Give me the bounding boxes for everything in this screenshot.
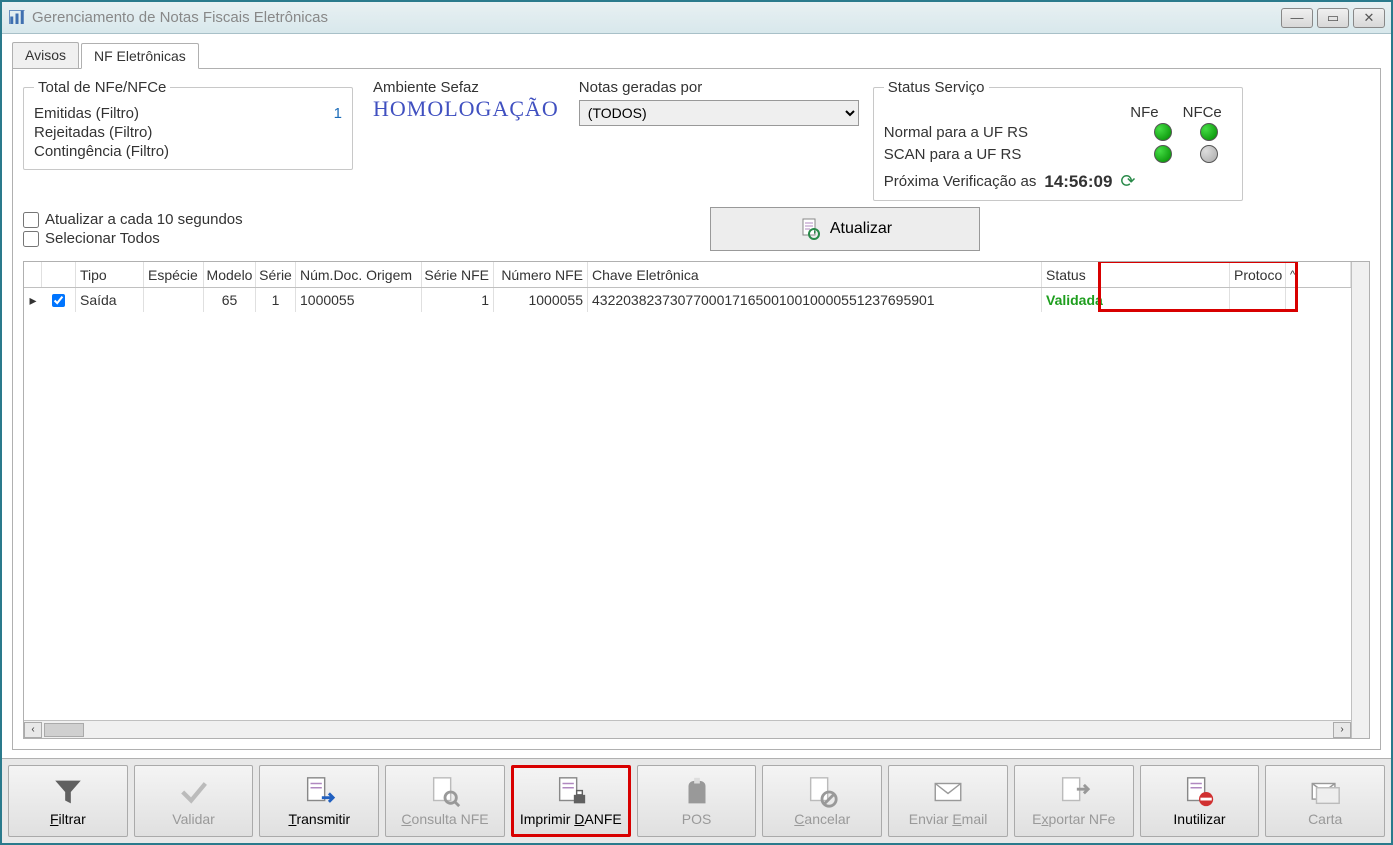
proxima-time: 14:56:09 (1044, 172, 1112, 192)
scroll-right-button[interactable]: › (1333, 722, 1351, 738)
check-auto-refresh[interactable]: Atualizar a cada 10 segundos (23, 211, 243, 228)
led-scan-nfce (1200, 145, 1218, 163)
tab-bar: Avisos NF Eletrônicas (12, 42, 1381, 69)
col-header-numdoc[interactable]: Núm.Doc. Origem (296, 262, 422, 287)
document-export-icon (1057, 775, 1091, 809)
main-panel: Total de NFe/NFCe Emitidas (Filtro) 1 Re… (12, 69, 1381, 750)
pos-printer-icon (680, 775, 714, 809)
window-title: Gerenciamento de Notas Fiscais Eletrônic… (32, 9, 1281, 26)
status-servico-fieldset: Status Serviço NFe NFCe Normal para a UF… (873, 79, 1243, 201)
tab-nf-eletronicas[interactable]: NF Eletrônicas (81, 43, 199, 69)
check-select-all-input[interactable] (23, 231, 39, 247)
status-highlight (1098, 261, 1298, 312)
document-print-icon (554, 775, 588, 809)
proxima-label: Próxima Verificação as (884, 173, 1037, 190)
cell-especie (144, 288, 204, 312)
status-col-nfce: NFCe (1183, 104, 1222, 121)
col-header-serienfe[interactable]: Série NFE (422, 262, 494, 287)
notas-select[interactable]: (TODOS) (579, 100, 859, 126)
document-send-icon (302, 775, 336, 809)
imprimir-danfe-button[interactable]: Imprimir DANFE (511, 765, 631, 837)
titlebar: Gerenciamento de Notas Fiscais Eletrônic… (2, 2, 1391, 34)
totals-legend: Total de NFe/NFCe (34, 79, 170, 96)
totals-fieldset: Total de NFe/NFCe Emitidas (Filtro) 1 Re… (23, 79, 353, 170)
document-refresh-icon (798, 217, 822, 241)
contingencia-label: Contingência (Filtro) (34, 143, 169, 160)
cell-tipo: Saída (76, 288, 144, 312)
notas-block: Notas geradas por (TODOS) (579, 79, 859, 126)
led-normal-nfe (1154, 123, 1172, 141)
document-forbidden-icon (1182, 775, 1216, 809)
content-area: Avisos NF Eletrônicas Total de NFe/NFCe … (2, 34, 1391, 758)
consulta-nfe-button[interactable]: Consulta NFE (385, 765, 505, 837)
status-scan-label: SCAN para a UF RS (884, 146, 1022, 163)
grid-body[interactable]: ▸ Saída 65 1 1000055 1 1000055 (24, 288, 1351, 720)
transmitir-button[interactable]: Transmitir (259, 765, 379, 837)
rejeitadas-label: Rejeitadas (Filtro) (34, 124, 152, 141)
ambiente-label: Ambiente Sefaz (373, 79, 559, 96)
app-icon (8, 9, 26, 27)
status-legend: Status Serviço (884, 79, 989, 96)
cell-serie: 1 (256, 288, 296, 312)
notas-label: Notas geradas por (579, 79, 859, 96)
cell-serienfe: 1 (422, 288, 494, 312)
status-normal-label: Normal para a UF RS (884, 124, 1028, 141)
close-button[interactable]: ✕ (1353, 8, 1385, 28)
cell-modelo: 65 (204, 288, 256, 312)
scroll-thumb[interactable] (44, 723, 84, 737)
maximize-button[interactable]: ▭ (1317, 8, 1349, 28)
col-header-serie[interactable]: Série (256, 262, 296, 287)
funnel-icon (51, 775, 85, 809)
ambiente-block: Ambiente Sefaz HOMOLOGAÇÃO (373, 79, 559, 122)
scroll-left-button[interactable]: ‹ (24, 722, 42, 738)
top-row: Total de NFe/NFCe Emitidas (Filtro) 1 Re… (23, 79, 1370, 201)
cancelar-button[interactable]: Cancelar (762, 765, 882, 837)
vertical-scrollbar[interactable] (1351, 262, 1369, 738)
led-normal-nfce (1200, 123, 1218, 141)
row-marker-icon: ▸ (24, 292, 42, 309)
cell-numnfe: 1000055 (494, 288, 588, 312)
window-controls: ― ▭ ✕ (1281, 8, 1385, 28)
enviar-email-button[interactable]: Enviar Email (888, 765, 1008, 837)
mid-row: Atualizar a cada 10 segundos Selecionar … (23, 207, 1370, 251)
envelope-icon (931, 775, 965, 809)
row-checkbox[interactable] (52, 294, 65, 307)
carta-button[interactable]: Carta (1265, 765, 1385, 837)
document-search-icon (428, 775, 462, 809)
envelope-stack-icon (1308, 775, 1342, 809)
refresh-icon[interactable]: ⟳ (1120, 171, 1135, 192)
cell-chave: 4322038237307700017165001001000055123769… (588, 288, 1042, 312)
led-scan-nfe (1154, 145, 1172, 163)
filtrar-button[interactable]: Filtrar (8, 765, 128, 837)
validar-button[interactable]: Validar (134, 765, 254, 837)
col-header-tipo[interactable]: Tipo (76, 262, 144, 287)
atualizar-button[interactable]: Atualizar (710, 207, 980, 251)
col-header-numnfe[interactable]: Número NFE (494, 262, 588, 287)
checkbox-group: Atualizar a cada 10 segundos Selecionar … (23, 211, 243, 247)
check-auto-refresh-input[interactable] (23, 212, 39, 228)
status-col-nfe: NFe (1130, 104, 1158, 121)
inutilizar-button[interactable]: Inutilizar (1140, 765, 1260, 837)
main-window: Gerenciamento de Notas Fiscais Eletrônic… (0, 0, 1393, 845)
pos-button[interactable]: POS (637, 765, 757, 837)
document-cancel-icon (805, 775, 839, 809)
tab-avisos[interactable]: Avisos (12, 42, 79, 68)
col-header-check[interactable] (42, 262, 76, 287)
bottom-toolbar: Filtrar Validar Transmitir Consulta NFE … (2, 758, 1391, 843)
emitidas-label: Emitidas (Filtro) (34, 105, 139, 122)
minimize-button[interactable]: ― (1281, 8, 1313, 28)
check-select-all[interactable]: Selecionar Todos (23, 230, 243, 247)
check-icon (177, 775, 211, 809)
col-header-chave[interactable]: Chave Eletrônica (588, 262, 1042, 287)
col-header-especie[interactable]: Espécie (144, 262, 204, 287)
grid-container: Tipo Espécie Modelo Série Núm.Doc. Orige… (23, 261, 1370, 739)
cell-numdoc: 1000055 (296, 288, 422, 312)
horizontal-scrollbar[interactable]: ‹ › (24, 720, 1351, 738)
exportar-nfe-button[interactable]: Exportar NFe (1014, 765, 1134, 837)
emitidas-value: 1 (334, 105, 342, 122)
ambiente-value: HOMOLOGAÇÃO (373, 96, 559, 122)
col-header-modelo[interactable]: Modelo (204, 262, 256, 287)
